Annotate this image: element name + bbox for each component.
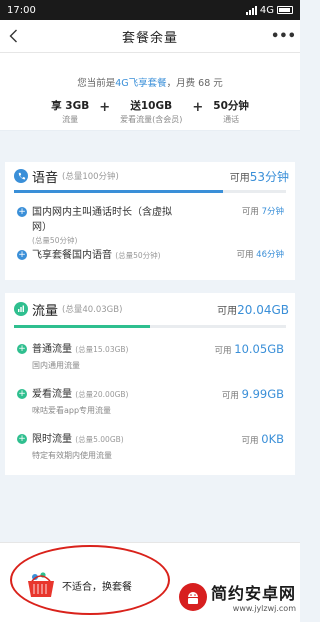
status-bar: 17:00 4G [0,0,300,20]
quota-data-value: 享 3GB [51,100,90,112]
data-item-aikan[interactable]: + 爱看流量 (总量20.00GB) 咪咕爱看app专用流量 可用 9.99GB [17,387,284,416]
voice-item-available-value: 7分钟 [261,207,284,217]
voice-item-available-label: 可用 [236,250,254,260]
data-item-description: 咪咕爱看app专用流量 [32,406,112,415]
chevron-left-icon [9,29,17,43]
data-item-regular[interactable]: + 普通流量 (总量15.03GB) 国内通用流量 可用 10.05GB [17,342,284,371]
voice-item-name: 飞享套餐国内语音 [32,250,112,261]
status-icons: 4G [245,4,293,16]
data-item-description: 国内通用流量 [32,361,80,370]
data-item-name: 爱看流量 [32,389,72,400]
quota-row: 享 3GB 流量 + 送10GB 爱看流量(含会员) + 50分钟 通话 [0,98,300,125]
plan-summary: 您当前是4G飞享套餐，月费 68 元 享 3GB 流量 + 送10GB 爱看流量… [0,53,300,131]
voice-item-plan[interactable]: + 飞享套餐国内语音 (总量50分钟) 可用 46分钟 [17,248,284,263]
back-button[interactable] [9,29,29,43]
plus-circle-icon: + [17,433,27,444]
plus-circle-icon: + [17,388,27,399]
data-available-label: 可用 [217,305,238,317]
highlight-circle [10,545,170,615]
data-item-total: (总量20.00GB) [75,390,129,399]
voice-card-header: 语音 (总量100分钟) 可用53分钟 [5,162,295,190]
data-item-name: 普通流量 [32,344,72,355]
data-item-description: 特定有效期内使用流量 [32,451,112,460]
voice-item-available-value: 46分钟 [256,250,284,260]
more-button[interactable]: ••• [271,29,296,44]
voice-available: 可用53分钟 [230,168,289,185]
data-title: 流量 [32,303,59,319]
voice-item-available: 可用 46分钟 [236,248,284,263]
voice-item-total: (总量50分钟) [115,251,161,260]
plus-sign: + [99,100,111,115]
voice-progress-bar [14,190,286,193]
voice-item-total: (总量50分钟) [32,236,78,245]
phone-icon [14,169,28,183]
data-card-header: 流量 (总量40.03GB) 可用20.04GB [5,293,295,325]
quota-data-label: 流量 [62,115,79,124]
voice-available-value: 53分钟 [249,169,289,184]
watermark-title: 简约安卓网 [210,584,296,603]
status-time: 17:00 [7,4,36,16]
voice-total: (总量100分钟) [62,172,119,182]
voice-item-available-label: 可用 [241,207,259,217]
data-progress-bar [14,325,286,328]
quota-voice: 50分钟 通话 [213,98,249,125]
data-item-name: 限时流量 [32,434,72,445]
voice-item-available: 可用 7分钟 [242,205,284,246]
site-watermark: 简约安卓网 www.jylzwj.com [178,580,296,613]
data-item-available-label: 可用 [221,391,239,401]
data-item-available-value: 0KB [261,432,284,446]
data-total: (总量40.03GB) [62,305,123,315]
data-item-limited[interactable]: + 限时流量 (总量5.00GB) 特定有效期内使用流量 可用 0KB [17,432,284,461]
page-title: 套餐余量 [121,30,178,46]
voice-card: 语音 (总量100分钟) 可用53分钟 + 国内网内主叫通话时长（含虚拟网） (… [5,162,295,280]
voice-item-onnet[interactable]: + 国内网内主叫通话时长（含虚拟网） (总量50分钟) 可用 7分钟 [17,205,284,246]
data-progress-fill [14,325,150,328]
voice-available-label: 可用 [229,172,250,184]
plus-circle-icon: + [17,249,27,260]
data-item-available-value: 10.05GB [234,342,284,356]
plan-prefix: 您当前是 [77,78,116,89]
signal-icon [245,5,257,15]
network-type: 4G [259,4,274,16]
data-card: 流量 (总量40.03GB) 可用20.04GB + 普通流量 (总量15.03… [5,293,295,475]
plus-sign: + [192,100,204,115]
data-item-total: (总量5.00GB) [75,435,124,444]
battery-icon [277,6,293,14]
quota-bonus-value: 送10GB [130,100,173,112]
data-available: 可用20.04GB [217,302,289,317]
data-item-available: 可用 10.05GB [215,342,284,371]
voice-title: 语音 [32,170,59,186]
data-item-available: 可用 9.99GB [222,387,284,416]
quota-data: 享 3GB 流量 [51,98,89,125]
data-available-value: 20.04GB [237,302,289,317]
quota-voice-label: 通话 [223,115,240,124]
plan-name-link[interactable]: 4G飞享套餐 [115,78,166,89]
data-item-available: 可用 0KB [242,432,284,461]
data-item-available-value: 9.99GB [241,387,284,401]
data-item-available-label: 可用 [241,436,259,446]
plus-circle-icon: + [17,206,27,217]
plus-circle-icon: + [17,343,27,354]
plan-line: 您当前是4G飞享套餐，月费 68 元 [0,75,300,89]
watermark-url: www.jylzwj.com [232,604,296,613]
quota-bonus-label: 爱看流量(含会员) [120,115,183,124]
data-item-total: (总量15.03GB) [75,345,129,354]
data-item-available-label: 可用 [214,346,232,356]
data-usage-icon [14,302,28,316]
nav-bar: 套餐余量 ••• [0,20,300,53]
voice-progress-fill [14,190,224,193]
quota-voice-value: 50分钟 [213,100,249,112]
android-logo-icon [178,582,207,611]
quota-bonus: 送10GB 爱看流量(含会员) [120,98,182,125]
voice-item-name: 国内网内主叫通话时长（含虚拟网） [32,207,172,233]
plan-suffix: ，月费 68 元 [166,78,223,89]
